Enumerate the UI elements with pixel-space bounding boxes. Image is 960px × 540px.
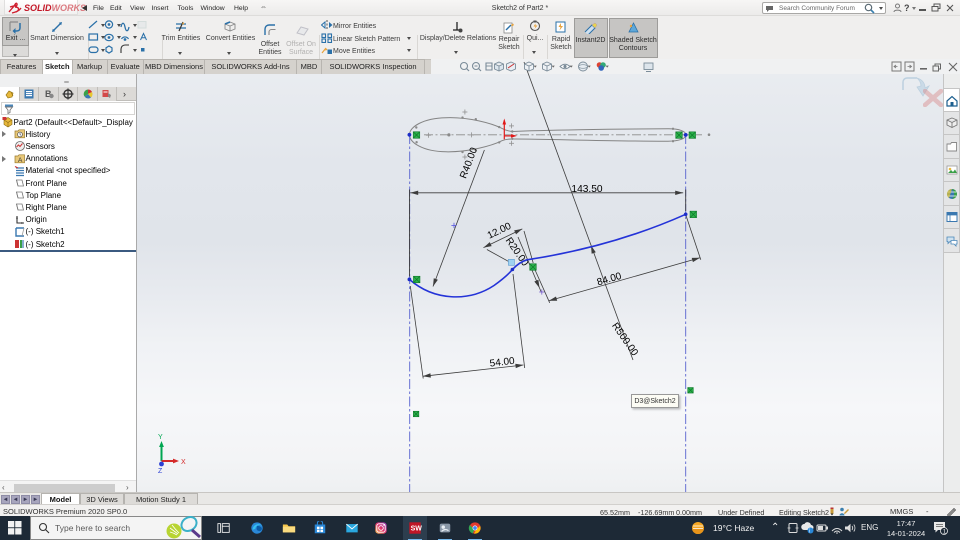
svg-text:Y: Y (158, 434, 163, 441)
svg-text:84.00: 84.00 (596, 271, 624, 289)
svg-text:SW: SW (411, 526, 422, 533)
svg-text:Z: Z (158, 468, 163, 475)
svg-text:R500.00: R500.00 (609, 321, 640, 359)
svg-text:i: i (809, 529, 810, 535)
svg-text:143.50: 143.50 (571, 184, 602, 195)
svg-text:X: X (181, 459, 186, 466)
svg-text:A: A (18, 157, 23, 164)
svg-text:54.00: 54.00 (489, 356, 516, 370)
